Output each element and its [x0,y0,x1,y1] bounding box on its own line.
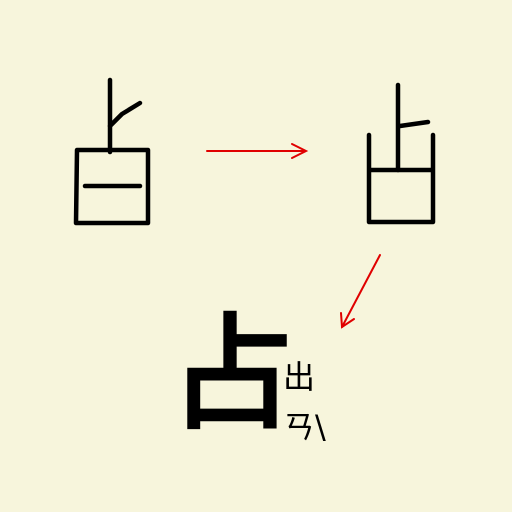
modern-character-glyph: 占 [170,302,295,447]
bronze-glyph [366,82,436,225]
evolution-diagram: 占 出ㄢ\ [0,0,512,512]
arrow-bronze-to-modern [340,254,381,329]
oracle-slant-stroke [107,100,143,129]
phonetic-annotation: 出ㄢ\ [283,358,326,446]
oracle-bone-glyph [73,77,151,226]
bronze-cross-stroke [397,119,431,129]
bronze-mouth-frame [366,132,436,225]
arrow-oracle-to-bronze [206,143,309,159]
arrow-shaft [341,254,381,328]
